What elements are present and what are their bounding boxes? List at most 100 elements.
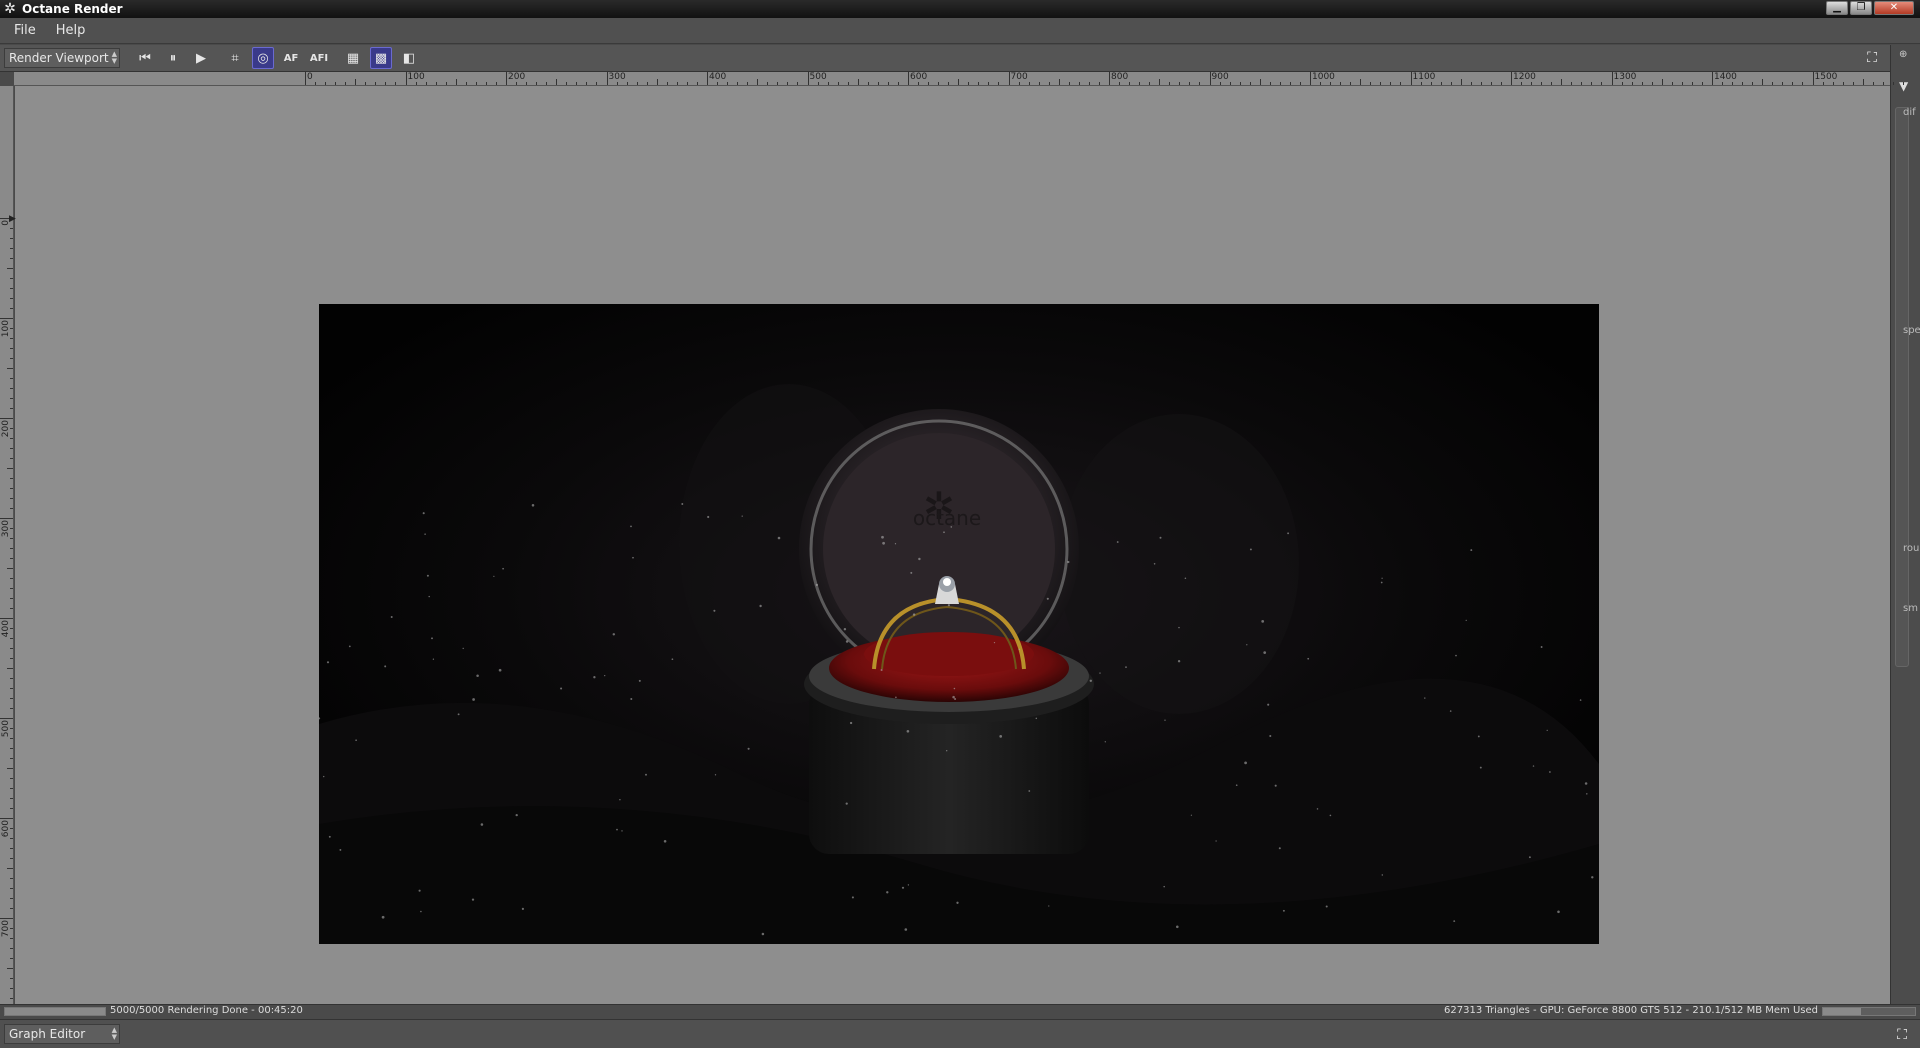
render-noise-dot	[381, 915, 385, 919]
render-noise-dot	[515, 813, 518, 817]
render-noise-dot	[1477, 735, 1480, 738]
render-noise-dot	[761, 932, 765, 936]
fullscreen-icon[interactable]: ⛶	[1862, 48, 1882, 68]
ruler-tick	[10, 308, 13, 309]
region-icon[interactable]: ⌗	[224, 47, 246, 69]
ruler-tick	[10, 228, 13, 229]
ruler-tick	[696, 82, 698, 85]
ruler-tick	[0, 918, 13, 919]
ruler-tick	[10, 328, 13, 329]
ruler-tick	[1229, 82, 1231, 85]
render-noise-dot	[1455, 654, 1457, 657]
render-noise-dot	[472, 698, 475, 701]
render-noise-dot	[882, 541, 885, 545]
ruler-tick	[1440, 82, 1442, 85]
ruler-tick	[857, 79, 859, 85]
render-status-text: 5000/5000 Rendering Done - 00:45:20	[110, 1005, 303, 1016]
viewport-select[interactable]: Render Viewport ▲ ▼	[4, 48, 120, 68]
ruler-tick	[10, 458, 13, 459]
ruler-tick	[10, 448, 13, 449]
render-noise-dot	[1380, 581, 1383, 584]
render-noise-dot	[1249, 548, 1252, 551]
ruler-tick	[1330, 82, 1332, 85]
editor-select[interactable]: Graph Editor ▲ ▼	[4, 1024, 120, 1044]
render-image[interactable]: ✲ octane	[319, 304, 1599, 944]
ruler-tick	[1058, 79, 1060, 85]
ruler-tick	[385, 82, 387, 85]
ruler-tick	[10, 248, 13, 249]
menu-file[interactable]: File	[4, 21, 46, 40]
render-noise-dot	[616, 828, 618, 831]
render-noise-dot	[632, 556, 634, 559]
ruler-tick	[1531, 82, 1533, 85]
ruler-tick	[10, 498, 13, 499]
ruler-tick	[1802, 82, 1804, 85]
ruler-tick	[676, 82, 678, 85]
restore-icon[interactable]: ❐	[1850, 1, 1872, 15]
restart-icon[interactable]: ⏮	[134, 47, 156, 69]
ruler-tick	[7, 968, 13, 969]
render-noise-dot	[420, 910, 422, 913]
ruler-tick	[1169, 82, 1171, 85]
autofocus-icon[interactable]: AF	[280, 47, 302, 69]
ruler-tick	[1259, 79, 1261, 85]
focus-picker-icon[interactable]: ◎	[252, 47, 274, 69]
ruler-tick	[1430, 82, 1432, 85]
render-viewport[interactable]: ▶ ✲ octane	[9, 86, 1890, 1004]
render-noise-dot	[645, 773, 647, 776]
render-noise-dot	[845, 802, 848, 805]
ring-box-render: ✲ octane	[319, 304, 1599, 944]
ruler-tick	[10, 428, 13, 429]
ruler-tick	[0, 318, 13, 319]
background-checker-icon[interactable]: ▩	[370, 47, 392, 69]
minimize-icon[interactable]: ▁	[1826, 1, 1848, 15]
param-label-smooth: sm	[1903, 603, 1918, 614]
render-noise-dot	[1269, 734, 1272, 738]
render-noise-dot	[1184, 577, 1187, 579]
ruler-tick	[837, 82, 839, 85]
ruler-tick	[596, 82, 598, 85]
ruler-tick	[1209, 71, 1211, 85]
render-noise-dot	[849, 721, 853, 725]
ruler-tick	[10, 828, 13, 829]
ruler-tick	[405, 71, 407, 85]
ruler-tick	[1671, 82, 1673, 85]
ruler-tick	[1661, 79, 1663, 85]
ruler-tick	[1511, 71, 1512, 85]
ruler-tick	[335, 82, 337, 85]
ruler-tick	[10, 238, 13, 239]
render-noise-dot	[1035, 717, 1038, 720]
background-toggle-icon[interactable]: ◧	[398, 47, 420, 69]
ruler-tick	[626, 82, 628, 85]
pause-icon[interactable]: ⏸	[162, 47, 184, 69]
ruler-tick	[10, 848, 13, 849]
ruler-tick	[365, 82, 367, 85]
ruler-tick	[315, 82, 317, 85]
play-icon[interactable]: ▶	[190, 47, 212, 69]
render-noise-dot	[713, 609, 716, 612]
ruler-tick	[7, 268, 13, 269]
ruler-tick	[10, 998, 13, 999]
ruler-tick	[325, 82, 327, 85]
render-noise-dot	[946, 750, 948, 752]
inspector-scrollbar[interactable]	[1895, 107, 1909, 667]
menu-help[interactable]: Help	[46, 21, 96, 40]
autofocus-pick-icon[interactable]: AFI	[308, 47, 330, 69]
pin-icon[interactable]: ⊕	[1899, 49, 1907, 60]
ruler-tick	[1631, 82, 1633, 85]
render-noise-dot	[906, 729, 910, 733]
ruler-tick	[10, 658, 13, 659]
ruler-tick	[7, 368, 13, 369]
ruler-label: 1300	[1613, 72, 1637, 82]
render-noise-dot	[907, 884, 910, 886]
close-icon[interactable]: ✕	[1874, 1, 1914, 15]
expand-arrow-icon[interactable]: ▶	[9, 214, 16, 224]
background-solid-icon[interactable]: ▦	[342, 47, 364, 69]
ruler-tick	[847, 82, 849, 85]
ruler-tick	[10, 508, 13, 509]
ruler-tick	[656, 79, 658, 85]
fullscreen-icon[interactable]: ⛶	[1892, 1025, 1912, 1045]
ruler-tick	[546, 82, 548, 85]
ruler-tick	[1551, 82, 1553, 85]
render-noise-dot	[638, 679, 641, 682]
